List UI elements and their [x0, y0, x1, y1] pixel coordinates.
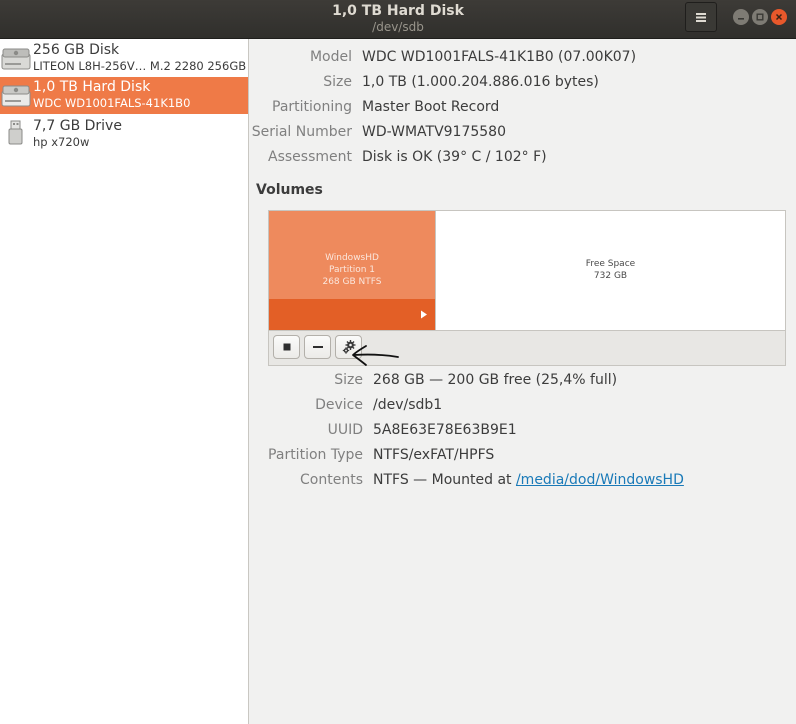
disk-info-label: Partitioning — [272, 99, 352, 115]
disk-info-value: WD-WMATV9175580 — [362, 124, 506, 140]
disk-name: 7,7 GB Drive — [33, 118, 122, 134]
disk-info-row-partitioning: Partitioning — [249, 97, 352, 117]
free-space-size: 732 GB — [593, 271, 628, 281]
disk-name: 1,0 TB Hard Disk — [33, 79, 151, 95]
window-title: 1,0 TB Hard Disk — [332, 3, 464, 19]
disk-name: 256 GB Disk — [33, 42, 120, 58]
partition-block-windowshd[interactable]: WindowsHD Partition 1 268 GB NTFS — [269, 211, 436, 330]
disk-list-item-7gb[interactable]: 7,7 GB Drive hp x720w — [0, 116, 248, 153]
partition-info-value: NTFS/exFAT/HPFS — [373, 447, 495, 463]
title-bar: 1,0 TB Hard Disk /dev/sdb — [0, 0, 796, 39]
partition-info-label: Size — [334, 372, 363, 388]
partition-info-row-size: Size — [249, 370, 363, 390]
partition-info-row-device: Device — [249, 395, 363, 415]
partition-block-free-space[interactable]: Free Space 732 GB — [436, 211, 785, 330]
partition-info-value: 268 GB — 200 GB free (25,4% full) — [373, 372, 618, 388]
window-title-area: 1,0 TB Hard Disk /dev/sdb — [0, 2, 796, 34]
partition-info-row-type: Partition Type — [249, 445, 363, 465]
disk-info-row-size: Size — [249, 72, 352, 92]
volumes-heading: Volumes — [256, 182, 323, 198]
disk-info-value: Master Boot Record — [362, 99, 500, 115]
disk-info-value: 1,0 TB (1.000.204.886.016 bytes) — [362, 74, 599, 90]
stop-square-icon — [283, 343, 290, 351]
disk-info-value: WDC WD1001FALS-41K1B0 (07.00K07) — [362, 49, 637, 65]
partition-selected-bar — [269, 299, 435, 330]
disk-model: LITEON L8H-256V… M.2 2280 256GB — [33, 59, 247, 73]
maximize-icon — [756, 13, 764, 21]
minimize-icon — [738, 18, 744, 20]
disk-model: WDC WD1001FALS-41K1B0 — [33, 96, 191, 110]
disk-info-row-assessment: Assessment — [249, 147, 352, 167]
partition-info-value: /dev/sdb1 — [373, 397, 443, 413]
hard-disk-icon — [1, 85, 31, 107]
partition-info-label: Partition Type — [268, 447, 363, 463]
partition-number: Partition 1 — [328, 265, 376, 275]
partition-info-row-contents: Contents — [249, 470, 363, 490]
hand-drawn-arrow-icon — [352, 345, 399, 366]
partition-name: WindowsHD — [325, 253, 379, 263]
menu-button[interactable] — [685, 2, 717, 32]
partition-info-label: Contents — [300, 472, 363, 488]
maximize-button[interactable] — [752, 9, 768, 25]
disk-info-label: Serial Number — [251, 124, 352, 140]
partition-size: 268 GB NTFS — [322, 277, 382, 287]
minimize-button[interactable] — [733, 9, 749, 25]
delete-partition-button[interactable] — [304, 335, 331, 359]
usb-drive-icon — [8, 120, 23, 145]
partition-contents-value: NTFS — Mounted at /media/dod/WindowsHD — [373, 470, 684, 490]
disk-list-item-1tb[interactable]: 1,0 TB Hard Disk WDC WD1001FALS-41K1B0 — [0, 77, 248, 114]
partition-info-value: 5A8E63E78E63B9E1 — [373, 422, 517, 438]
disk-list-item-256gb[interactable]: 256 GB Disk LITEON L8H-256V… M.2 2280 25… — [0, 40, 248, 77]
free-space-label: Free Space — [585, 259, 636, 269]
minus-icon — [312, 346, 323, 348]
disk-model: hp x720w — [33, 135, 90, 149]
contents-text: NTFS — Mounted at — [373, 472, 516, 488]
hard-disk-icon — [1, 48, 31, 70]
disk-info-label: Model — [309, 49, 352, 65]
play-triangle-icon — [421, 310, 427, 319]
disk-info-value: Disk is OK (39° C / 102° F) — [362, 149, 547, 165]
window-subtitle: /dev/sdb — [372, 20, 424, 34]
disk-info-label: Size — [323, 74, 352, 90]
partition-info-label: UUID — [327, 422, 363, 438]
partition-info-row-uuid: UUID — [249, 420, 363, 440]
close-button[interactable] — [771, 9, 787, 25]
partition-info-label: Device — [315, 397, 363, 413]
disk-info-row-model: Model — [249, 47, 352, 67]
unmount-button[interactable] — [273, 335, 300, 359]
disk-list-sidebar: 256 GB Disk LITEON L8H-256V… M.2 2280 25… — [0, 39, 249, 724]
hamburger-menu-icon — [696, 12, 706, 22]
disk-info-row-serial: Serial Number — [249, 122, 352, 142]
close-icon — [775, 13, 783, 21]
disk-info-label: Assessment — [268, 149, 352, 165]
mount-point-link[interactable]: /media/dod/WindowsHD — [516, 472, 684, 488]
